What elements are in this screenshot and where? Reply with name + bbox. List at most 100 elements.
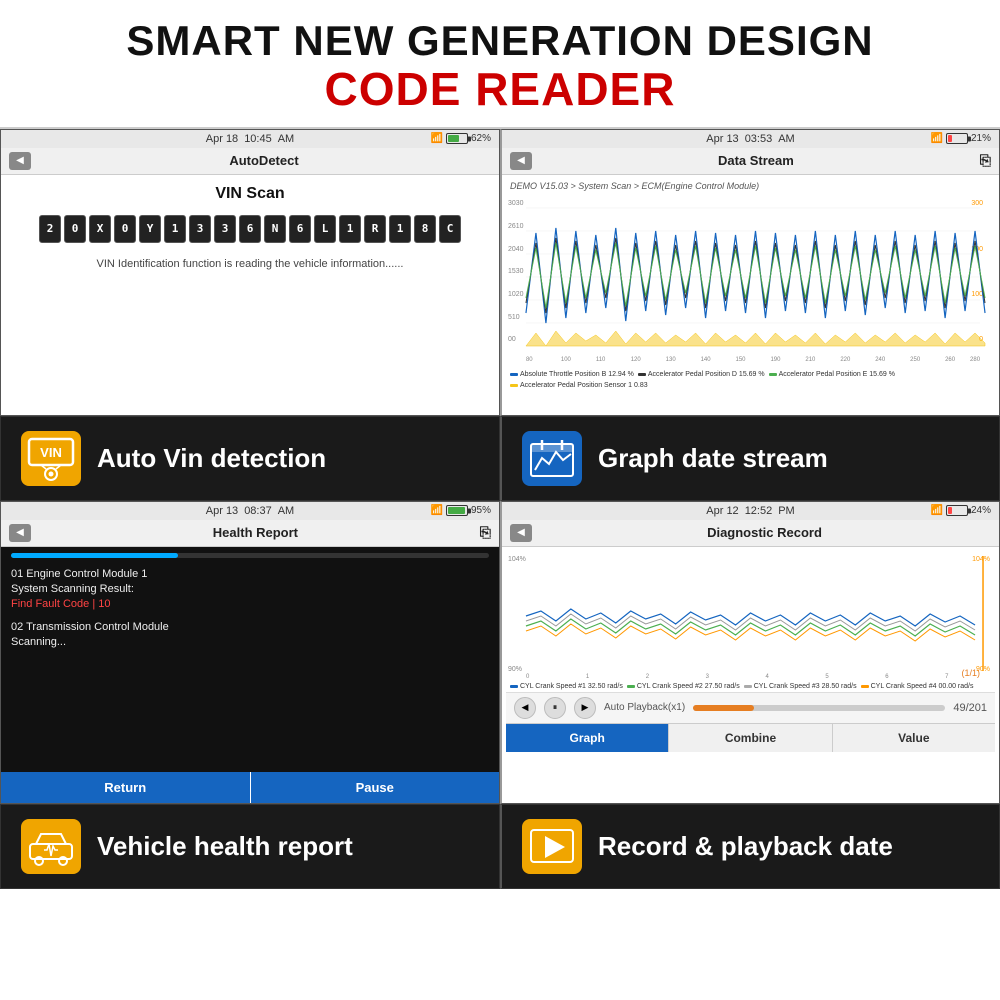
vin-char: R	[364, 215, 386, 243]
ds-title: Data Stream	[538, 153, 974, 168]
hr-status-bar: Apr 13 08:37 AM 📶 95%	[1, 502, 499, 520]
dr-battery-icon	[946, 505, 968, 516]
ds-legend: Absolute Throttle Position B 12.94 %Acce…	[506, 368, 995, 392]
hr-battery-icon	[446, 505, 468, 516]
hr-export-button[interactable]: ⎘	[480, 524, 491, 541]
ds-path: DEMO V15.03 > System Scan > ECM(Engine C…	[506, 179, 995, 193]
vin-title-bar: ◀ AutoDetect	[1, 148, 499, 175]
header: SMART NEW GENERATION DESIGN CODE READER	[0, 0, 1000, 127]
header-title-line1: SMART NEW GENERATION DESIGN	[10, 18, 990, 64]
hr-pause-button[interactable]: Pause	[251, 772, 500, 803]
record-icon-box	[522, 819, 582, 874]
ds-export-button[interactable]: ⎘	[980, 152, 991, 169]
dr-status-time: 12:52	[745, 505, 773, 517]
svg-text:4: 4	[765, 674, 769, 680]
diag-next-button[interactable]: ▶	[574, 697, 596, 719]
hr-title: Health Report	[37, 525, 474, 540]
health-progress-bar	[11, 553, 489, 558]
vin-char: 3	[189, 215, 211, 243]
feature-record-label: Record & playback date	[598, 831, 893, 862]
dr-legend-item: CYL Crank Speed #4 00.00 rad/s	[861, 683, 974, 690]
vin-icon-box: VIN	[21, 431, 81, 486]
diag-tab-graph[interactable]: Graph	[506, 724, 669, 752]
ds-status-bar: Apr 13 03:53 AM 📶 21%	[502, 130, 999, 148]
ds-wifi-icon: 📶	[931, 133, 943, 144]
wifi-icon: 📶	[431, 133, 443, 144]
datastream-panel: Apr 13 03:53 AM 📶 21% ◀ Data Stream ⎘ DE…	[500, 129, 1000, 416]
svg-text:300: 300	[971, 200, 983, 207]
ds-status-date: Apr 13	[706, 133, 738, 145]
svg-text:VIN: VIN	[40, 445, 62, 460]
hr-status-date: Apr 13	[206, 505, 238, 517]
dr-back-button[interactable]: ◀	[510, 524, 532, 542]
datastream-content: DEMO V15.03 > System Scan > ECM(Engine C…	[502, 175, 999, 415]
ds-title-bar: ◀ Data Stream ⎘	[502, 148, 999, 175]
vin-description: VIN Identification function is reading t…	[16, 258, 484, 270]
vin-display: 20X0Y1336N6L1R18C	[16, 215, 484, 243]
ds-status-ampm: AM	[778, 133, 795, 145]
svg-text:1530: 1530	[508, 268, 524, 275]
vin-char: 6	[239, 215, 261, 243]
feature-graph-panel: Graph date stream	[500, 416, 1000, 501]
dr-legend-item: CYL Crank Speed #3 28.50 rad/s	[744, 683, 857, 690]
vin-icon: VIN	[26, 436, 76, 481]
battery-fill	[448, 135, 459, 142]
vin-back-button[interactable]: ◀	[9, 152, 31, 170]
hr-battery-pct: 95%	[471, 505, 491, 516]
hr-wifi-icon: 📶	[431, 505, 443, 516]
svg-text:104%: 104%	[972, 556, 990, 563]
vin-status-time: 10:45	[244, 133, 272, 145]
svg-text:104%: 104%	[508, 556, 526, 563]
main-grid: Apr 18 10:45 AM 📶 62% ◀ AutoDetect VIN S…	[0, 127, 1000, 889]
vin-char: 1	[339, 215, 361, 243]
svg-text:90%: 90%	[508, 666, 522, 673]
vin-char: 3	[214, 215, 236, 243]
health-bottom-buttons: Return Pause	[1, 772, 499, 803]
vin-status-bar: Apr 18 10:45 AM 📶 62%	[1, 130, 499, 148]
vin-char: 1	[389, 215, 411, 243]
dr-battery-pct: 24%	[971, 505, 991, 516]
vin-char: X	[89, 215, 111, 243]
diag-pause-button[interactable]: ⏸	[544, 697, 566, 719]
svg-text:5: 5	[825, 674, 829, 680]
svg-text:2: 2	[646, 674, 650, 680]
ds-status-icons: 📶 21%	[931, 133, 991, 144]
svg-text:00: 00	[508, 336, 516, 343]
hr-back-button[interactable]: ◀	[9, 524, 31, 542]
vin-char: 0	[114, 215, 136, 243]
svg-text:100: 100	[561, 357, 572, 363]
dr-title: Diagnostic Record	[538, 525, 991, 540]
ds-legend-item: Accelerator Pedal Position Sensor 1 0.83	[510, 382, 648, 389]
vin-content: VIN Scan 20X0Y1336N6L1R18C VIN Identific…	[1, 175, 499, 415]
health-icon-box	[21, 819, 81, 874]
dr-status-ampm: PM	[778, 505, 795, 517]
vin-char: L	[314, 215, 336, 243]
hr-title-bar: ◀ Health Report ⎘	[1, 520, 499, 547]
feature-graph-label: Graph date stream	[598, 443, 828, 474]
svg-text:2610: 2610	[508, 223, 524, 230]
svg-text:100: 100	[971, 291, 983, 298]
svg-text:240: 240	[875, 357, 886, 363]
header-title-line2: CODE READER	[10, 64, 990, 115]
feature-vin-panel: VIN Auto Vin detection	[0, 416, 500, 501]
diag-prev-button[interactable]: ◀	[514, 697, 536, 719]
diag-tab-combine[interactable]: Combine	[669, 724, 832, 752]
hr-return-button[interactable]: Return	[1, 772, 251, 803]
diag-progress-fill	[693, 705, 754, 711]
diag-progress-bar	[693, 705, 945, 711]
ds-back-button[interactable]: ◀	[510, 152, 532, 170]
vin-char: 0	[64, 215, 86, 243]
vin-char: Y	[139, 215, 161, 243]
diag-tab-value[interactable]: Value	[833, 724, 995, 752]
svg-text:(1/1): (1/1)	[962, 668, 980, 678]
health-panel: Apr 13 08:37 AM 📶 95% ◀ Health Report ⎘ …	[0, 501, 500, 804]
hr-status-ampm: AM	[278, 505, 295, 517]
dr-legend-item: CYL Crank Speed #1 32.50 rad/s	[510, 683, 623, 690]
ds-status-time: 03:53	[745, 133, 773, 145]
svg-text:280: 280	[970, 357, 981, 363]
dr-title-bar: ◀ Diagnostic Record	[502, 520, 999, 547]
svg-text:0: 0	[526, 674, 530, 680]
svg-text:3: 3	[706, 674, 710, 680]
dr-battery-fill	[948, 507, 952, 514]
vin-status-icons: 📶 62%	[431, 133, 491, 144]
